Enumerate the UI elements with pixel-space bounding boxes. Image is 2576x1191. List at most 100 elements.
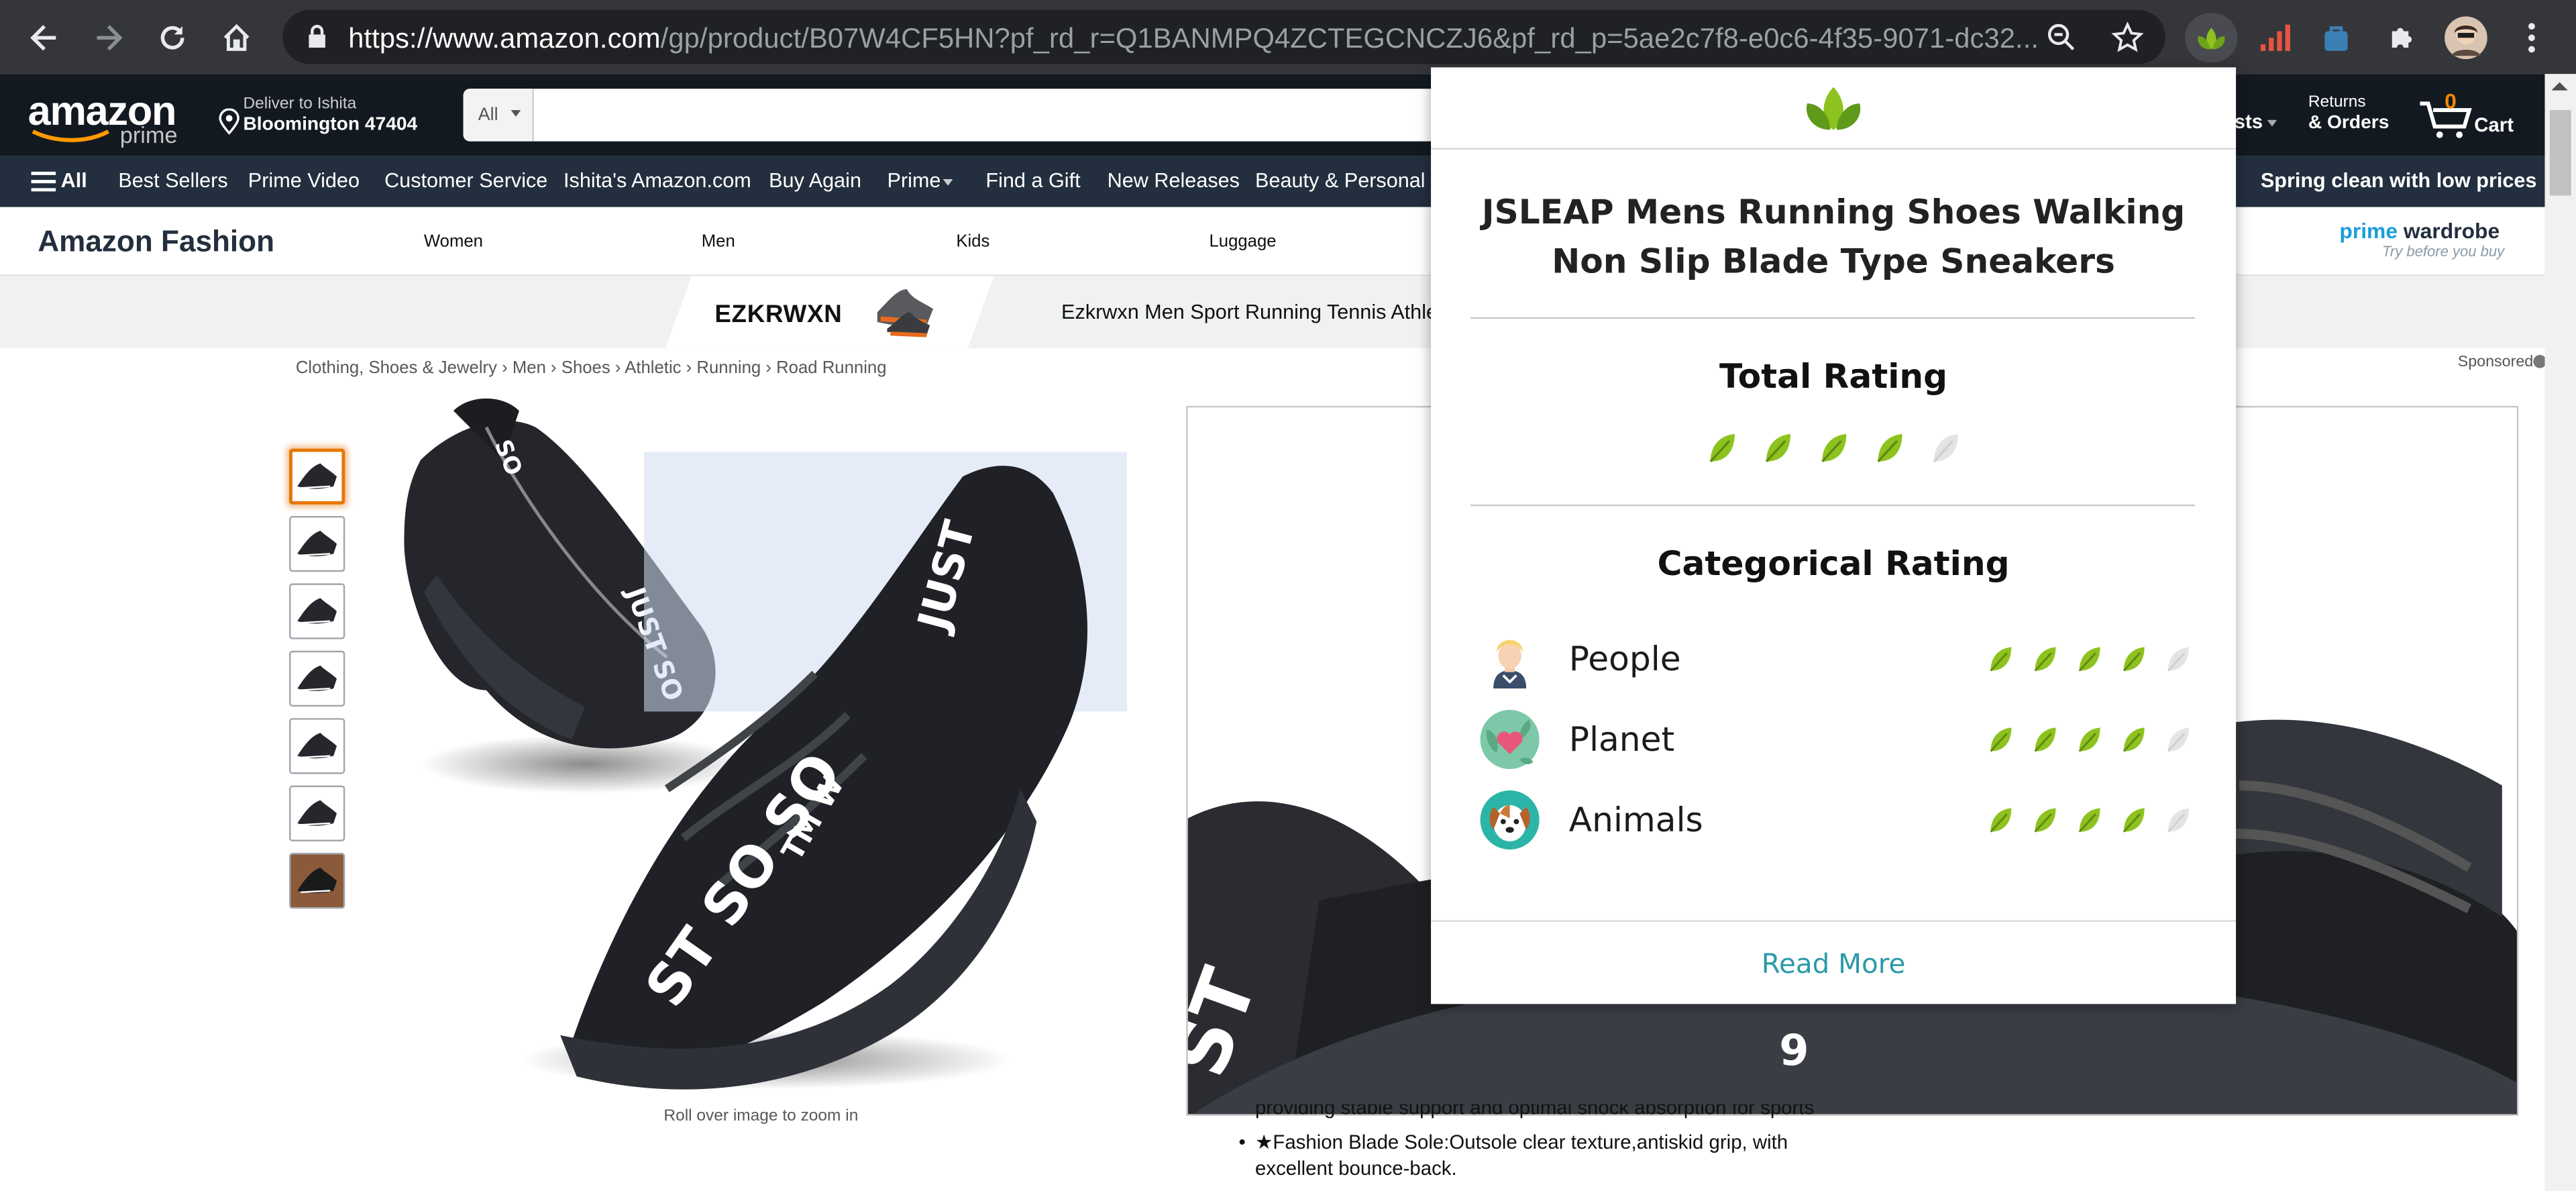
profile-avatar[interactable] xyxy=(2445,16,2487,60)
lock-icon[interactable] xyxy=(307,25,327,58)
leaf-empty-icon xyxy=(2163,805,2193,835)
sponsored-label: Sponsored xyxy=(2457,353,2534,372)
breadcrumb-separator: › xyxy=(545,358,561,378)
breadcrumb-link[interactable]: Athletic xyxy=(625,358,681,378)
product-thumbnail[interactable] xyxy=(289,448,345,505)
breadcrumb: Clothing, Shoes & Jewelry › Men › Shoes … xyxy=(296,358,887,378)
read-more-link[interactable]: Read More xyxy=(1431,948,2236,980)
forward-icon[interactable] xyxy=(87,16,130,59)
leaf-filled-icon xyxy=(1705,431,1739,465)
total-rating-heading: Total Rating xyxy=(1719,356,1948,397)
chrome-menu-icon[interactable] xyxy=(2510,16,2553,59)
product-thumbnail[interactable] xyxy=(289,718,345,774)
cart-button[interactable]: 0 Cart xyxy=(2418,89,2566,143)
fashion-luggage[interactable]: Luggage xyxy=(1209,231,1276,251)
returns-orders[interactable]: Returns & Orders xyxy=(2308,94,2407,140)
breadcrumb-link[interactable]: Running xyxy=(696,358,761,378)
cart-count: 0 xyxy=(2445,89,2457,113)
breadcrumb-link[interactable]: Men xyxy=(513,358,546,378)
nav-prime-video[interactable]: Prime Video xyxy=(248,169,360,192)
popup-header xyxy=(1431,67,2237,150)
breadcrumb-link[interactable]: Clothing, Shoes & Jewelry xyxy=(296,358,497,378)
amazon-logo[interactable]: amazon prime xyxy=(28,89,193,148)
location-pin-icon xyxy=(219,108,239,135)
fashion-title[interactable]: Amazon Fashion xyxy=(38,225,274,260)
zoom-hint: Roll over image to zoom in xyxy=(663,1107,859,1126)
deliver-line1: Deliver to Ishita xyxy=(243,95,357,113)
bag-extension-icon[interactable] xyxy=(2315,16,2358,59)
hamburger-icon xyxy=(31,171,56,192)
category-leaves xyxy=(1986,805,2194,835)
product-thumbnail[interactable] xyxy=(289,853,345,909)
back-icon[interactable] xyxy=(23,16,66,59)
product-thumbnail[interactable] xyxy=(289,650,345,707)
popup-product-title: JSLEAP Mens Running Shoes Walking Non Sl… xyxy=(1481,192,2186,281)
fashion-kids[interactable]: Kids xyxy=(956,231,989,251)
deliver-to[interactable]: Deliver to Ishita Bloomington 47404 xyxy=(219,95,432,142)
prime-wardrobe-logo[interactable]: prime wardrobe Try before you buy xyxy=(2339,219,2520,268)
person-avatar-icon xyxy=(1493,639,1527,689)
breadcrumb-separator: › xyxy=(761,358,777,378)
nav-find-a-gift[interactable]: Find a Gift xyxy=(985,169,1080,192)
product-thumbnail[interactable] xyxy=(289,583,345,639)
leaf-empty-icon xyxy=(2163,725,2193,754)
planet-heart-icon xyxy=(1480,709,1540,770)
address-bar[interactable]: https://www.amazon.com/gp/product/B07W4C… xyxy=(282,9,2165,64)
deliver-line2: Bloomington 47404 xyxy=(243,115,418,135)
nav-buy-again[interactable]: Buy Again xyxy=(769,169,861,192)
nav-customer-service[interactable]: Customer Service xyxy=(384,169,547,192)
nav-ishitas-amazon[interactable]: Ishita's Amazon.com xyxy=(564,169,751,192)
reload-icon[interactable] xyxy=(151,16,194,59)
dog-avatar-icon xyxy=(1480,790,1540,850)
leaf-filled-icon xyxy=(1873,431,1907,465)
fashion-women[interactable]: Women xyxy=(424,231,483,251)
divider xyxy=(1470,504,2195,507)
category-leaves xyxy=(1986,644,2194,674)
zoom-icon[interactable] xyxy=(2047,23,2076,60)
breadcrumb-link[interactable]: Shoes xyxy=(561,358,610,378)
rating-extension-popup: JSLEAP Mens Running Shoes Walking Non Sl… xyxy=(1431,67,2237,1004)
leaf-extension-icon[interactable] xyxy=(2185,13,2238,63)
chevron-down-icon xyxy=(2267,119,2277,127)
breadcrumb-separator: › xyxy=(496,358,513,378)
nav-prime[interactable]: Prime xyxy=(887,169,941,192)
leaf-filled-icon xyxy=(2075,805,2104,835)
extensions-puzzle-icon[interactable] xyxy=(2381,16,2424,59)
scroll-thumb[interactable] xyxy=(2549,110,2571,196)
nav-promo[interactable]: Spring clean with low prices xyxy=(2261,169,2537,192)
fashion-men[interactable]: Men xyxy=(702,231,735,251)
total-rating-leaves xyxy=(1705,431,1963,465)
categorical-rating-heading: Categorical Rating xyxy=(1657,543,2010,584)
search-bar[interactable]: All xyxy=(463,89,1450,142)
category-row-animals: Animals xyxy=(1480,787,2204,853)
category-label: Animals xyxy=(1568,800,1703,840)
chevron-down-icon xyxy=(943,178,953,186)
nav-beauty[interactable]: Beauty & Personal Ca xyxy=(1255,169,1457,192)
stats-extension-icon[interactable] xyxy=(2254,16,2297,59)
product-thumbnail[interactable] xyxy=(289,515,345,572)
category-label: Planet xyxy=(1568,719,1675,760)
page-scrollbar[interactable] xyxy=(2544,74,2576,1191)
product-bullets: providing stable support and optimal sho… xyxy=(1238,1104,1863,1182)
home-icon[interactable] xyxy=(215,16,258,59)
url-text: https://www.amazon.com/gp/product/B07W4C… xyxy=(348,23,2039,54)
search-category-dropdown[interactable]: All xyxy=(463,89,534,142)
main-product-image[interactable]: SO JUST SO ST SO SO TM W JUST xyxy=(388,395,1137,1101)
breadcrumb-separator: › xyxy=(681,358,697,378)
all-menu-button[interactable]: All xyxy=(31,168,97,197)
leaf-filled-icon xyxy=(2031,644,2060,674)
nav-best-sellers[interactable]: Best Sellers xyxy=(118,169,227,192)
leaf-filled-icon xyxy=(1817,431,1851,465)
lists-dropdown[interactable]: sts xyxy=(2235,110,2263,133)
browser-toolbar: https://www.amazon.com/gp/product/B07W4C… xyxy=(0,0,2576,74)
nav-new-releases[interactable]: New Releases xyxy=(1108,169,1240,192)
product-thumbnail[interactable] xyxy=(289,785,345,841)
scroll-up-icon[interactable] xyxy=(2551,82,2568,91)
divider xyxy=(1470,317,2195,319)
bullet-item: • ★Fashion Blade Sole:Outsole clear text… xyxy=(1238,1130,1788,1180)
bullet-partial: providing stable support and optimal sho… xyxy=(1255,1104,1815,1119)
breadcrumb-link[interactable]: Road Running xyxy=(776,358,886,378)
bookmark-star-icon[interactable] xyxy=(2111,21,2144,62)
category-leaves xyxy=(1986,725,2194,754)
ad-text: Ezkrwxn Men Sport Running Tennis Athleti… xyxy=(1061,301,1458,324)
